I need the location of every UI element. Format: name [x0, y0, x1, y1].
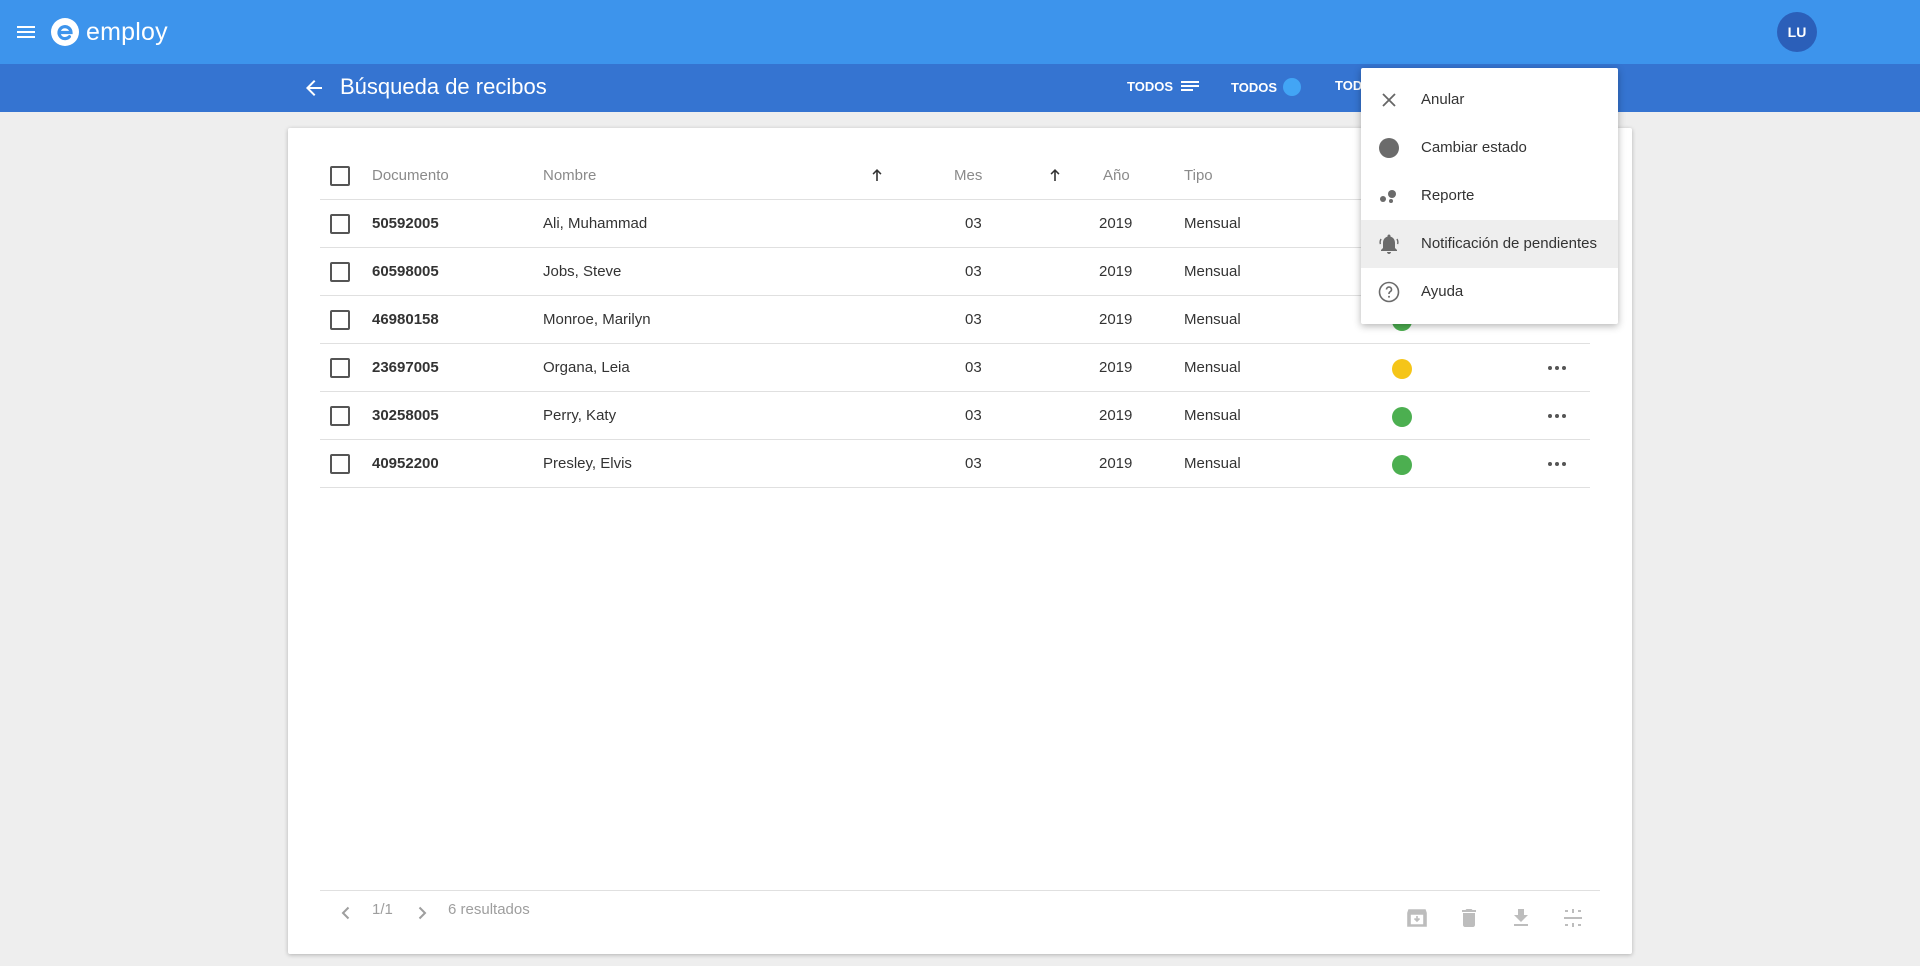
column-header-nombre[interactable]: Nombre	[543, 167, 596, 184]
cell-anio: 2019	[1099, 359, 1133, 376]
chevron-left-icon[interactable]	[336, 903, 356, 923]
cell-documento: 60598005	[372, 263, 439, 280]
status-dot-green	[1392, 455, 1412, 475]
cell-anio: 2019	[1099, 407, 1133, 424]
user-avatar[interactable]: LU	[1777, 12, 1817, 52]
cell-tipo: Mensual	[1184, 359, 1241, 376]
menu-item-label: Anular	[1421, 91, 1465, 108]
row-checkbox[interactable]	[330, 454, 350, 474]
menu-item-ayuda[interactable]: Ayuda	[1361, 268, 1618, 316]
sort-arrow-up-icon[interactable]	[1047, 167, 1063, 183]
chevron-right-icon[interactable]	[412, 903, 432, 923]
sort-arrow-up-icon[interactable]	[869, 167, 885, 183]
cell-anio: 2019	[1099, 311, 1133, 328]
cell-anio: 2019	[1099, 263, 1133, 280]
cell-mes: 03	[965, 455, 982, 472]
cell-nombre: Jobs, Steve	[543, 263, 622, 280]
cell-nombre: Presley, Elvis	[543, 455, 632, 472]
cell-documento: 46980158	[372, 311, 439, 328]
menu-item-label: Ayuda	[1421, 283, 1464, 300]
select-all-checkbox[interactable]	[330, 166, 350, 186]
app-name: employ	[86, 17, 168, 46]
cell-tipo: Mensual	[1184, 455, 1241, 472]
status-dot-yellow	[1392, 359, 1412, 379]
menu-item-reporte[interactable]: Reporte	[1361, 172, 1618, 220]
back-arrow-icon[interactable]	[302, 76, 326, 100]
filter-all-status[interactable]: TODOS	[1231, 78, 1301, 96]
bell-ringing-icon	[1379, 234, 1399, 254]
status-dot-green	[1392, 407, 1412, 427]
footer-divider	[320, 890, 1600, 891]
menu-item-label: Cambiar estado	[1421, 139, 1527, 156]
hamburger-menu-icon[interactable]	[14, 20, 38, 44]
filter-all-type[interactable]: TOD	[1335, 78, 1362, 93]
table-row[interactable]: 23697005 Organa, Leia 03 2019 Mensual	[320, 344, 1590, 392]
page-title: Búsqueda de recibos	[340, 74, 547, 99]
row-checkbox[interactable]	[330, 310, 350, 330]
table-row[interactable]: 30258005 Perry, Katy 03 2019 Mensual	[320, 392, 1590, 440]
more-horizontal-icon[interactable]	[1545, 358, 1569, 378]
column-header-tipo[interactable]: Tipo	[1184, 167, 1213, 184]
column-header-anio[interactable]: Año	[1103, 167, 1130, 184]
menu-item-cambiar-estado[interactable]: Cambiar estado	[1361, 124, 1618, 172]
cell-mes: 03	[965, 263, 982, 280]
cell-mes: 03	[965, 407, 982, 424]
results-count: 6 resultados	[448, 901, 530, 918]
page-indicator: 1/1	[372, 901, 393, 918]
cell-nombre: Ali, Muhammad	[543, 215, 648, 232]
more-horizontal-icon[interactable]	[1545, 406, 1569, 426]
cell-anio: 2019	[1099, 455, 1133, 472]
download-icon[interactable]	[1509, 906, 1533, 930]
row-checkbox[interactable]	[330, 214, 350, 234]
cell-mes: 03	[965, 359, 982, 376]
row-checkbox[interactable]	[330, 358, 350, 378]
trash-icon[interactable]	[1457, 906, 1481, 930]
status-dot-icon	[1283, 78, 1301, 96]
filter-label: TODOS	[1231, 79, 1277, 95]
cell-documento: 40952200	[372, 455, 439, 472]
filter-label: TOD	[1335, 78, 1363, 93]
row-checkbox[interactable]	[330, 262, 350, 282]
more-horizontal-icon[interactable]	[1545, 454, 1569, 474]
app-logo[interactable]: employ	[50, 14, 168, 50]
cell-nombre: Perry, Katy	[543, 407, 617, 424]
cell-tipo: Mensual	[1184, 263, 1241, 280]
cell-mes: 03	[965, 215, 982, 232]
circle-icon	[1379, 138, 1399, 158]
cell-documento: 23697005	[372, 359, 439, 376]
bubbles-icon	[1380, 190, 1396, 203]
filter-label: TODOS	[1127, 78, 1173, 94]
cell-anio: 2019	[1099, 215, 1133, 232]
help-circle-icon	[1378, 281, 1400, 303]
cell-nombre: Monroe, Marilyn	[543, 311, 651, 328]
row-actions-menu: Anular Cambiar estado Reporte Notificaci…	[1361, 68, 1618, 324]
cell-tipo: Mensual	[1184, 407, 1241, 424]
menu-item-label: Notificación de pendientes	[1421, 235, 1597, 252]
cell-nombre: Organa, Leia	[543, 359, 630, 376]
column-header-documento[interactable]: Documento	[372, 167, 449, 184]
filter-lines-icon	[1181, 81, 1199, 91]
archive-icon[interactable]	[1405, 906, 1429, 930]
table-row[interactable]: 40952200 Presley, Elvis 03 2019 Mensual	[320, 440, 1590, 488]
cell-mes: 03	[965, 311, 982, 328]
filter-all-list[interactable]: TODOS	[1127, 78, 1201, 94]
cell-tipo: Mensual	[1184, 215, 1241, 232]
employ-logo-icon	[51, 18, 79, 46]
column-header-mes[interactable]: Mes	[954, 167, 982, 184]
cell-documento: 30258005	[372, 407, 439, 424]
menu-item-label: Reporte	[1421, 187, 1475, 204]
close-icon	[1382, 93, 1396, 107]
expand-rows-icon[interactable]	[1561, 906, 1585, 930]
row-checkbox[interactable]	[330, 406, 350, 426]
top-app-bar: employ LU	[0, 0, 1920, 64]
cell-documento: 50592005	[372, 215, 439, 232]
cell-tipo: Mensual	[1184, 311, 1241, 328]
menu-item-anular[interactable]: Anular	[1361, 76, 1618, 124]
page-header-bar: Búsqueda de recibos TODOS TODOS TOD	[0, 64, 1920, 112]
menu-item-notificacion-pendientes[interactable]: Notificación de pendientes	[1361, 220, 1618, 268]
